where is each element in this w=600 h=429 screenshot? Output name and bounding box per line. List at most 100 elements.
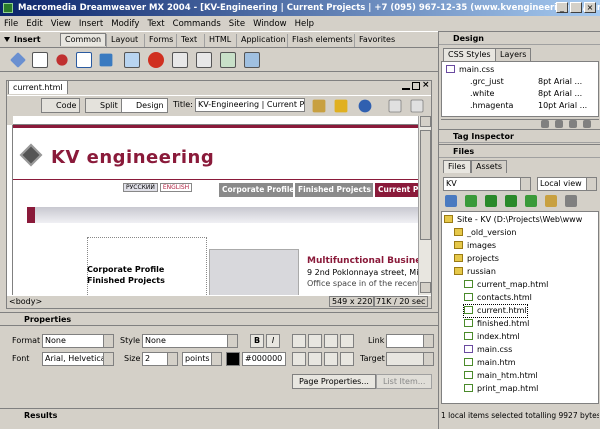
tab-css-styles[interactable]: CSS Styles xyxy=(443,48,496,61)
font-select[interactable]: Arial, Helvetica xyxy=(42,352,114,366)
menu-edit[interactable]: Edit xyxy=(22,19,46,29)
tree-file[interactable]: main.htm xyxy=(464,357,516,369)
connect-icon[interactable] xyxy=(445,195,457,207)
indent-icon[interactable] xyxy=(340,352,354,366)
align-center-icon[interactable] xyxy=(308,334,322,348)
tab-application[interactable]: Application xyxy=(236,34,290,47)
put-files-icon[interactable] xyxy=(505,195,517,207)
browser-check-icon[interactable] xyxy=(334,99,348,113)
new-style-icon[interactable] xyxy=(555,120,563,128)
tab-assets[interactable]: Assets xyxy=(471,160,508,173)
color-swatch[interactable] xyxy=(226,352,240,366)
outdent-icon[interactable] xyxy=(324,352,338,366)
check-in-icon[interactable] xyxy=(545,195,557,207)
expand-site-icon[interactable] xyxy=(565,195,577,207)
edit-style-icon[interactable] xyxy=(569,120,577,128)
view-select[interactable]: Local view xyxy=(537,177,597,191)
design-panel-header[interactable]: Design xyxy=(439,31,600,45)
css-file-row[interactable]: main.css xyxy=(446,64,494,76)
unordered-list-icon[interactable] xyxy=(292,352,306,366)
scroll-down-arrow[interactable] xyxy=(420,282,431,293)
document-tab[interactable]: current.html xyxy=(8,80,68,94)
page-properties-button[interactable]: Page Properties... xyxy=(292,374,376,389)
italic-button[interactable]: I xyxy=(266,334,280,348)
doc-restore-icon[interactable] xyxy=(412,82,420,90)
tree-file[interactable]: current_map.html xyxy=(464,279,548,291)
side-link-corporate[interactable]: Corporate Profile xyxy=(87,265,164,274)
tag-chooser-icon[interactable] xyxy=(244,52,260,68)
date-icon[interactable] xyxy=(172,52,188,68)
bold-button[interactable]: B xyxy=(250,334,264,348)
justify-icon[interactable] xyxy=(340,334,354,348)
tag-inspector-header[interactable]: Tag Inspector xyxy=(439,129,600,143)
tab-forms[interactable]: Forms xyxy=(144,34,177,47)
lang-russian-link[interactable]: РУССКИЙ xyxy=(123,183,158,192)
tab-favorites[interactable]: Favorites xyxy=(354,34,399,47)
hyperlink-icon[interactable] xyxy=(10,52,26,68)
media-icon[interactable] xyxy=(148,52,164,68)
align-left-icon[interactable] xyxy=(292,334,306,348)
tree-folder[interactable]: images xyxy=(454,240,496,252)
tree-folder[interactable]: _old_version xyxy=(454,227,517,239)
email-link-icon[interactable] xyxy=(32,52,48,68)
list-item-button[interactable]: List Item... xyxy=(376,374,433,389)
target-select[interactable] xyxy=(386,352,434,366)
maximize-button[interactable] xyxy=(570,2,582,13)
minimize-button[interactable]: _ xyxy=(556,2,568,13)
menu-text[interactable]: Text xyxy=(143,19,168,29)
menu-file[interactable]: File xyxy=(0,19,22,29)
table-icon[interactable] xyxy=(76,52,92,68)
doc-close-icon[interactable]: × xyxy=(422,80,430,90)
tree-root[interactable]: Site - KV (D:\Projects\Web\www xyxy=(444,214,598,226)
tree-file[interactable]: finished.html xyxy=(464,318,529,330)
format-select[interactable]: None xyxy=(42,334,114,348)
design-canvas[interactable]: KV engineering РУССКИЙ ENGLISH Corporate… xyxy=(13,125,418,295)
lang-english-link[interactable]: ENGLISH xyxy=(159,183,193,192)
comment-icon[interactable] xyxy=(196,52,212,68)
file-management-icon[interactable] xyxy=(312,99,326,113)
css-rule-row[interactable]: .hmagenta 10pt Arial ... xyxy=(470,100,596,112)
menu-view[interactable]: View xyxy=(47,19,75,29)
code-view-button[interactable]: Code xyxy=(41,98,81,113)
properties-header[interactable]: Properties xyxy=(0,312,438,326)
tab-flash-elements[interactable]: Flash elements xyxy=(287,34,357,47)
tab-layout[interactable]: Layout xyxy=(106,34,142,47)
files-panel-header[interactable]: Files xyxy=(439,144,600,158)
nav-corporate-profile[interactable]: Corporate Profile xyxy=(219,183,294,197)
menu-modify[interactable]: Modify xyxy=(107,19,143,29)
doc-minimize-icon[interactable] xyxy=(402,82,410,90)
window-size[interactable]: 549 x 220 xyxy=(329,296,376,307)
tree-file[interactable]: contacts.html xyxy=(464,292,532,304)
close-button[interactable]: × xyxy=(584,2,596,13)
css-rule-row[interactable]: .grc_just 8pt Arial ... xyxy=(470,76,596,88)
tree-file[interactable]: index.html xyxy=(464,331,520,343)
get-files-icon[interactable] xyxy=(485,195,497,207)
results-panel-header[interactable]: Results xyxy=(0,408,438,429)
color-input[interactable]: #000000 xyxy=(242,352,286,366)
tab-common[interactable]: Common xyxy=(60,33,107,46)
document-title-input[interactable]: KV-Engineering | Current Proje xyxy=(195,98,305,112)
layer-icon[interactable] xyxy=(99,53,113,67)
image-icon[interactable] xyxy=(124,52,140,68)
tree-file-selected[interactable]: current.html xyxy=(463,304,528,318)
tab-html[interactable]: HTML xyxy=(204,34,235,47)
scroll-up-arrow[interactable] xyxy=(420,116,431,127)
tag-selector[interactable]: <body> xyxy=(9,297,42,306)
tab-text[interactable]: Text xyxy=(176,34,201,47)
style-select[interactable]: None xyxy=(142,334,238,348)
view-options-icon[interactable] xyxy=(410,99,424,113)
attach-stylesheet-icon[interactable] xyxy=(541,120,549,128)
tab-files[interactable]: Files xyxy=(443,160,471,173)
size-select[interactable]: 2 xyxy=(142,352,178,366)
menu-help[interactable]: Help xyxy=(291,19,318,29)
nav-finished-projects[interactable]: Finished Projects xyxy=(295,183,373,197)
css-rule-row[interactable]: .white 8pt Arial ... xyxy=(470,88,596,100)
refresh-files-icon[interactable] xyxy=(465,195,477,207)
refresh-icon[interactable] xyxy=(388,99,402,113)
design-view-button[interactable]: Design xyxy=(121,98,168,113)
tab-layers[interactable]: Layers xyxy=(495,48,532,61)
tree-folder[interactable]: projects xyxy=(454,253,499,265)
menu-site[interactable]: Site xyxy=(225,19,249,29)
nav-current-projects[interactable]: Current Pr xyxy=(375,183,418,197)
check-out-icon[interactable] xyxy=(525,195,537,207)
